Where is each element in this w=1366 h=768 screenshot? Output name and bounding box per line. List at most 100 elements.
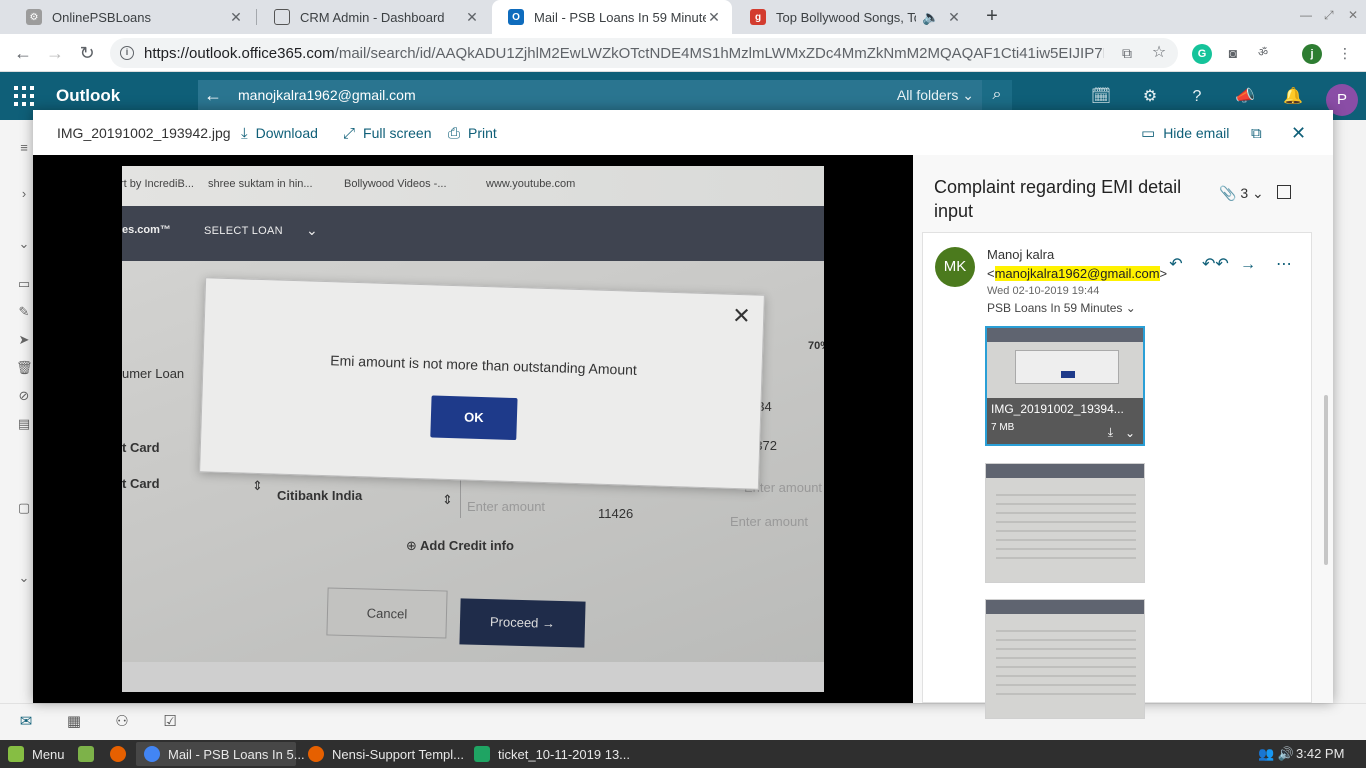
taskbar-item-nensi[interactable]: Nensi-Support Templ...: [300, 742, 464, 766]
blocked-popup-icon[interactable]: ⧉: [1118, 44, 1136, 62]
forward-icon[interactable]: →: [44, 42, 66, 64]
tab-bollywood[interactable]: g Top Bollywood Songs, Top 5 🔈 ✕: [734, 0, 972, 34]
sender-line[interactable]: Manoj kalra <manojkalra1962@gmail.com>: [987, 245, 1167, 283]
tab-label: Top Bollywood Songs, Top 5: [776, 9, 916, 25]
attachment-count[interactable]: 📎 3 ⌄: [1219, 185, 1264, 202]
photo-site-header: es.com™ SELECT LOAN ⌄: [122, 206, 824, 261]
address-bar[interactable]: i https://outlook.office365.com/mail/sea…: [110, 38, 1178, 68]
full-screen-button[interactable]: ⤢ Full screen: [343, 123, 431, 143]
tab-crm-admin[interactable]: CRM Admin - Dashboard ✕: [258, 0, 490, 34]
tab-onlinepsbloans[interactable]: ⚙ OnlinePSBLoans ✕: [10, 0, 254, 34]
profile-icon[interactable]: j: [1302, 44, 1322, 64]
junk-icon[interactable]: ⊘: [16, 388, 32, 404]
reply-all-icon[interactable]: ↶↶: [1202, 255, 1229, 275]
forward-icon[interactable]: →: [1238, 255, 1258, 275]
close-icon[interactable]: ✕: [464, 9, 480, 26]
firefox-icon: [308, 746, 324, 762]
spreadsheet-icon: [474, 746, 490, 762]
close-icon[interactable]: ✕: [946, 9, 962, 26]
start-menu-button[interactable]: Menu: [0, 742, 73, 766]
browser-toolbar: ← → ↻ i https://outlook.office365.com/ma…: [0, 34, 1366, 72]
url-text: https://outlook.office365.com/mail/searc…: [144, 44, 1104, 62]
download-icon: ⤓: [241, 124, 248, 142]
files-launcher[interactable]: [70, 742, 102, 766]
hide-email-button[interactable]: ▭ Hide email: [1141, 123, 1229, 143]
back-arrow-icon[interactable]: ←: [198, 85, 228, 106]
folder-icon: [78, 746, 94, 762]
mint-logo-icon: [8, 746, 24, 762]
people-icon[interactable]: ⚇: [112, 712, 132, 732]
sent-icon[interactable]: ➤: [16, 332, 32, 348]
more-actions-icon[interactable]: ⋯: [1274, 255, 1294, 275]
bell-icon[interactable]: 🔔: [1282, 86, 1304, 108]
extension-icon[interactable]: ॐ: [1254, 44, 1272, 62]
mail-icon[interactable]: ✉: [16, 712, 36, 732]
taskbar-item-ticket[interactable]: ticket_10-11-2019 13...: [466, 742, 630, 766]
info-icon[interactable]: i: [120, 46, 134, 60]
reply-icon[interactable]: ↶: [1166, 255, 1186, 275]
attachment-filename: IMG_20191002_193942.jpg: [57, 125, 231, 141]
sender-avatar[interactable]: MK: [935, 247, 975, 287]
calendar-icon[interactable]: ▦: [64, 712, 84, 732]
folder-scope-dropdown[interactable]: All folders ⌄: [897, 87, 982, 104]
feedback-icon[interactable]: 📣: [1234, 86, 1256, 108]
hamburger-icon[interactable]: ≡: [16, 140, 32, 156]
chevron-down-icon[interactable]: ⌄: [1125, 426, 1135, 440]
close-icon[interactable]: ✕: [228, 9, 244, 26]
camera-icon[interactable]: ◙: [1224, 44, 1242, 62]
left-rail: ≡ › ⌄ ▭ ✎ ➤ 🗑 ⊘ ▤ ▢ ⌄: [0, 120, 33, 740]
kebab-menu-icon[interactable]: ⋮: [1336, 44, 1354, 62]
pop-out-icon[interactable]: [1277, 185, 1291, 199]
close-modal-button[interactable]: ✕: [1291, 123, 1306, 143]
help-icon[interactable]: ?: [1186, 86, 1208, 108]
pop-out-button[interactable]: ⧉: [1251, 123, 1270, 143]
settings-icon[interactable]: ⚙: [1139, 86, 1161, 108]
firefox-launcher[interactable]: [102, 742, 134, 766]
audio-icon: 🔈: [922, 8, 940, 25]
gear-icon: ⚙: [26, 9, 42, 25]
reading-pane: Complaint regarding EMI detail input 📎 3…: [913, 155, 1333, 719]
tasks-icon[interactable]: ☑: [160, 712, 180, 732]
attachment-name: IMG_20191002_19394...: [991, 402, 1124, 416]
attachment-thumbnail-selected[interactable]: IMG_20191002_19394... 7 MB ⤓ ⌄: [985, 326, 1145, 446]
grammarly-icon[interactable]: G: [1192, 44, 1212, 64]
chevron-down-icon[interactable]: ⌄: [16, 570, 32, 586]
star-icon[interactable]: ☆: [1150, 44, 1168, 62]
close-icon: ✕: [1291, 122, 1307, 143]
minimize-icon[interactable]: —: [1300, 8, 1312, 22]
scrollbar[interactable]: [1324, 240, 1328, 700]
notes-icon[interactable]: ▢: [16, 500, 32, 516]
app-launcher-icon[interactable]: [14, 86, 34, 106]
trash-icon[interactable]: 🗑: [16, 360, 33, 376]
download-button[interactable]: ⤓ Download: [241, 123, 318, 143]
attachment-photo: rt by IncrediB... shree suktam in hin...…: [122, 166, 824, 692]
new-tab-icon[interactable]: +: [982, 6, 1002, 26]
chevron-right-icon[interactable]: ›: [16, 186, 32, 202]
photo-bookmarks-bar: rt by IncrediB... shree suktam in hin...…: [122, 166, 824, 206]
close-icon[interactable]: ✕: [706, 9, 722, 26]
download-icon[interactable]: ⤓: [1108, 425, 1113, 440]
recipient-line[interactable]: PSB Loans In 59 Minutes ⌄: [987, 301, 1136, 315]
attachment-size: 7 MB: [991, 422, 1015, 433]
tray-icons[interactable]: 👥 🔊: [1250, 742, 1302, 766]
inbox-icon[interactable]: ▭: [16, 276, 32, 292]
draft-icon[interactable]: ✎: [16, 304, 32, 320]
chevron-down-icon[interactable]: ⌄: [16, 236, 32, 252]
os-taskbar: Menu Mail - PSB Loans In 5... Nensi-Supp…: [0, 740, 1366, 768]
back-icon[interactable]: ←: [12, 42, 34, 64]
attachment-thumbnail[interactable]: [985, 463, 1145, 583]
print-button[interactable]: ⎙ Print: [448, 123, 497, 143]
reload-icon[interactable]: ↻: [76, 42, 98, 64]
gaana-icon: g: [750, 9, 766, 25]
search-input[interactable]: manojkalra1962@gmail.com: [228, 87, 897, 103]
page-icon: [274, 9, 290, 25]
archive-icon[interactable]: ▤: [16, 416, 32, 432]
taskbar-item-mail[interactable]: Mail - PSB Loans In 5...: [136, 742, 305, 766]
attachment-thumbnail[interactable]: [985, 599, 1145, 719]
calendar-check-icon[interactable]: 🗓: [1090, 86, 1112, 108]
tab-mail-active[interactable]: O Mail - PSB Loans In 59 Minutes ✕: [492, 0, 732, 34]
search-icon[interactable]: ⌕: [982, 80, 1012, 110]
window-close-icon[interactable]: ✕: [1348, 8, 1358, 22]
restore-icon[interactable]: ⤢: [1324, 8, 1334, 23]
search-box[interactable]: ← manojkalra1962@gmail.com All folders ⌄…: [198, 80, 1012, 110]
